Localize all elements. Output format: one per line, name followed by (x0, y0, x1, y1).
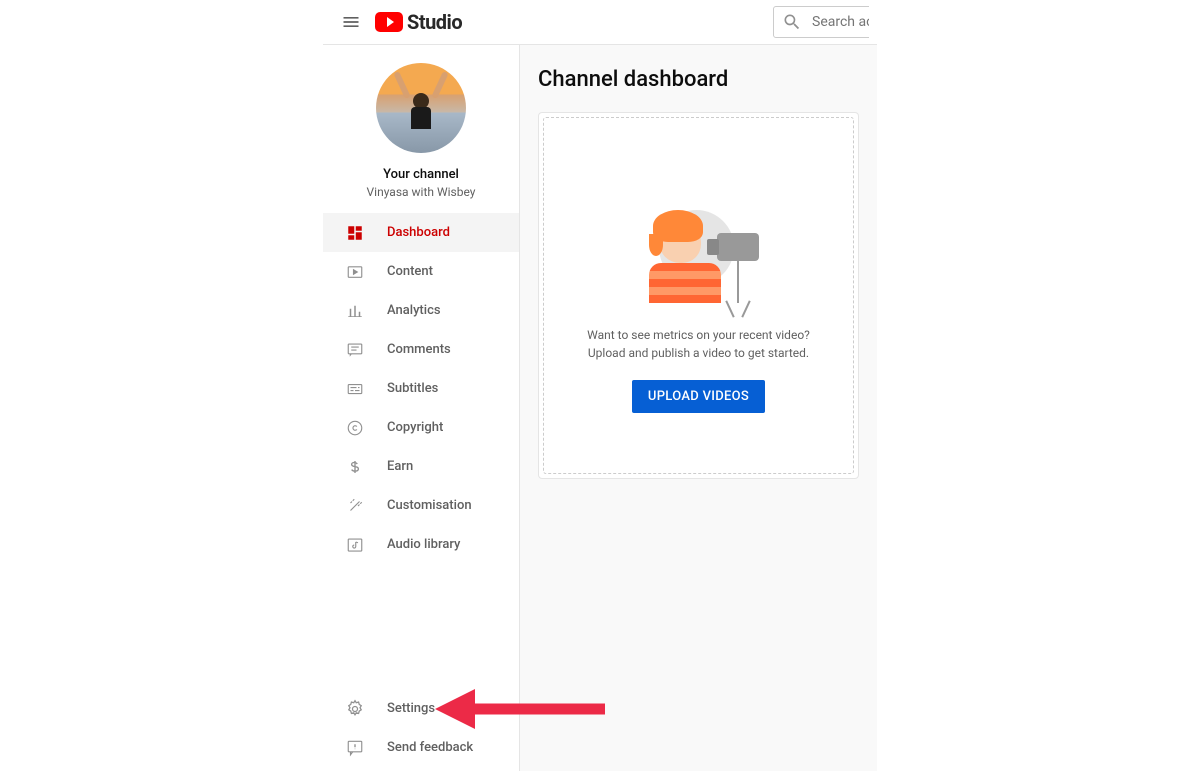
content-icon (345, 262, 365, 282)
nav-label: Settings (387, 701, 435, 716)
search-container[interactable] (773, 6, 869, 38)
nav-label: Audio library (387, 537, 460, 552)
upload-card-text-line2: Upload and publish a video to get starte… (587, 344, 810, 362)
dashboard-icon (345, 223, 365, 243)
nav-label: Send feedback (387, 740, 473, 755)
nav-label: Copyright (387, 420, 443, 435)
sidebar-item-earn[interactable]: Earn (323, 447, 519, 486)
nav-label: Content (387, 264, 433, 279)
page-title: Channel dashboard (538, 67, 859, 92)
nav-label: Dashboard (387, 225, 450, 240)
upload-card-text-line1: Want to see metrics on your recent video… (587, 326, 810, 344)
earn-icon (345, 457, 365, 477)
feedback-icon (345, 738, 365, 758)
subtitles-icon (345, 379, 365, 399)
nav-label: Analytics (387, 303, 441, 318)
channel-info: Your channel Vinyasa with Wisbey (323, 45, 519, 213)
your-channel-label: Your channel (383, 167, 459, 182)
youtube-play-icon (375, 12, 403, 32)
audio-library-icon (345, 535, 365, 555)
sidebar-item-comments[interactable]: Comments (323, 330, 519, 369)
main-panel: Channel dashboard (520, 45, 877, 771)
sidebar-item-feedback[interactable]: Send feedback (323, 728, 519, 767)
hamburger-menu-button[interactable] (331, 2, 371, 42)
customisation-icon (345, 496, 365, 516)
upload-illustration (639, 208, 759, 308)
upload-card-text: Want to see metrics on your recent video… (587, 326, 810, 362)
analytics-icon (345, 301, 365, 321)
upload-card: Want to see metrics on your recent video… (538, 112, 859, 479)
sidebar-item-settings[interactable]: Settings (323, 689, 519, 728)
nav-label: Customisation (387, 498, 472, 513)
sidebar-item-analytics[interactable]: Analytics (323, 291, 519, 330)
sidebar-bottom: Settings Send feedback (323, 689, 519, 771)
search-icon (782, 12, 802, 32)
nav-list: Dashboard Content Analytics (323, 213, 519, 564)
sidebar-item-customisation[interactable]: Customisation (323, 486, 519, 525)
nav-label: Comments (387, 342, 451, 357)
top-bar: Studio (323, 0, 877, 45)
sidebar-item-copyright[interactable]: Copyright (323, 408, 519, 447)
sidebar-item-dashboard[interactable]: Dashboard (323, 213, 519, 252)
studio-logo-text: Studio (407, 10, 462, 34)
sidebar-item-content[interactable]: Content (323, 252, 519, 291)
upload-card-inner: Want to see metrics on your recent video… (543, 117, 854, 474)
upload-videos-button[interactable]: UPLOAD VIDEOS (632, 380, 765, 413)
nav-label: Subtitles (387, 381, 438, 396)
studio-logo[interactable]: Studio (375, 10, 462, 34)
search-input[interactable] (812, 14, 869, 30)
copyright-icon (345, 418, 365, 438)
settings-icon (345, 699, 365, 719)
channel-avatar[interactable] (376, 63, 466, 153)
channel-name: Vinyasa with Wisbey (367, 185, 476, 199)
comments-icon (345, 340, 365, 360)
sidebar: Your channel Vinyasa with Wisbey Dashboa… (323, 45, 520, 771)
hamburger-icon (341, 12, 361, 32)
sidebar-item-audio-library[interactable]: Audio library (323, 525, 519, 564)
sidebar-item-subtitles[interactable]: Subtitles (323, 369, 519, 408)
nav-label: Earn (387, 459, 413, 474)
